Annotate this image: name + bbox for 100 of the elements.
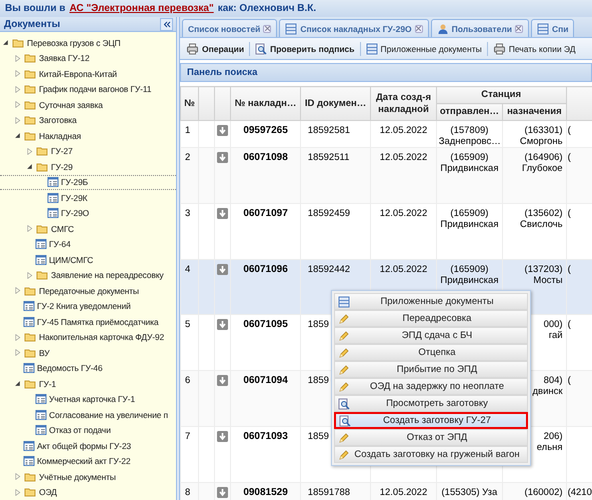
tree-item[interactable]: ОЭД (0, 484, 176, 500)
tree-item-label: ВУ (39, 348, 50, 358)
menu-item[interactable]: Отцепка (334, 344, 528, 361)
download-icon[interactable] (217, 125, 228, 136)
list-icon (47, 192, 59, 204)
tree-item-label: ГУ-2 Книга уведомлений (37, 301, 131, 312)
tree-item[interactable]: СМГС (0, 221, 176, 236)
row-number: 6 (184, 375, 192, 386)
column-header[interactable]: отправлен… (436, 104, 503, 120)
user-text: как: Олехнович В.К. (218, 3, 316, 14)
user-icon (436, 22, 449, 34)
folder-icon (23, 52, 37, 64)
table-cell: 18592459 (308, 208, 350, 219)
search-panel-header[interactable]: Панель поиска (180, 63, 592, 82)
table-cell: 1859 (308, 431, 329, 442)
folder-icon (23, 486, 37, 498)
column-header[interactable]: Дата созд-я накладной (370, 86, 436, 120)
list-icon (338, 296, 350, 308)
pencil-icon (338, 380, 350, 392)
tree-item[interactable]: Ведомость ГУ-46 (0, 360, 176, 376)
collapse-button[interactable] (160, 18, 173, 30)
tree-item[interactable]: ЦИМ/СМГС (0, 252, 176, 268)
table-cell-text: (137203) (524, 264, 563, 275)
tree-item-label: ЦИМ/СМГС (49, 254, 94, 265)
tree-item-label: ГУ-64 (49, 239, 71, 250)
printer-icon (186, 42, 199, 54)
tree-item[interactable]: ГУ-29О (0, 206, 176, 221)
menu-item[interactable]: Переадресовка (334, 310, 528, 327)
download-icon[interactable] (217, 319, 228, 330)
tree-item[interactable]: Перевозка грузов с ЭЦП (0, 35, 176, 50)
tree-item[interactable]: ГУ-2 Книга уведомлений (0, 298, 176, 314)
close-icon[interactable] (414, 24, 423, 32)
close-icon[interactable] (514, 24, 523, 32)
tree-item-label: Заявка ГУ-12 (39, 53, 90, 64)
tree-item[interactable]: Согласование на увеличение п (0, 407, 176, 422)
tree-item[interactable]: Заявление на переадресовку (0, 268, 176, 283)
download-icon[interactable] (217, 208, 228, 219)
system-link[interactable]: АС "Электронная перевозка" (69, 3, 214, 14)
menu-item[interactable]: Создать заготовку на груженый вагон (334, 446, 528, 463)
menu-item[interactable]: ЭПД сдача с БЧ (334, 327, 528, 344)
tree-item[interactable]: ГУ-1 (0, 376, 176, 392)
tree-item[interactable]: Суточная заявка (0, 97, 176, 112)
tab[interactable]: Список накладных ГУ-29О (279, 19, 429, 37)
tree-item[interactable]: ГУ-29К (0, 190, 176, 206)
toolbar-button[interactable]: Печать копии ЭД (490, 42, 579, 56)
tab[interactable]: Список новостей (182, 19, 278, 37)
menu-item[interactable]: Отказ от ЭПД (334, 429, 528, 446)
tree-item[interactable]: Заготовка (0, 112, 176, 128)
tree-item[interactable]: Коммерческий акт ГУ-22 (0, 454, 176, 469)
menu-item[interactable]: Создать заготовку ГУ-27 (334, 412, 528, 429)
toolbar-button[interactable]: Операции (183, 42, 248, 56)
column-header[interactable]: назначения (502, 104, 566, 120)
tree-item-label: ГУ-29 (51, 162, 73, 172)
column-header[interactable]: № накладн… (230, 86, 300, 120)
menu-item[interactable]: ОЭД на задержку по неоплате (334, 378, 528, 395)
tree-item[interactable]: Учетная карточка ГУ-1 (0, 392, 176, 407)
toolbar-button[interactable]: Проверить подпись (252, 42, 358, 56)
tree-item[interactable]: ГУ-29 (0, 159, 176, 174)
column-header[interactable]: № (180, 86, 199, 120)
download-icon[interactable] (217, 431, 228, 442)
column-header[interactable]: ID докумен… (300, 86, 371, 120)
tree-item[interactable]: ГУ-45 Памятка приёмосдатчика (0, 314, 176, 330)
tree-item[interactable]: Передаточные документы (0, 283, 176, 298)
pencil-icon (338, 448, 350, 460)
tree-item[interactable]: График подачи вагонов ГУ-11 (0, 82, 176, 97)
tree-item[interactable]: Накладная (0, 128, 176, 144)
folder-icon (35, 222, 49, 235)
tree-item[interactable]: Накопительная карточка ФДУ-92 (0, 330, 176, 345)
tree-item[interactable]: ГУ-27 (0, 144, 176, 159)
tree-item[interactable]: Китай-Европа-Китай (0, 66, 176, 82)
download-icon[interactable] (217, 487, 228, 498)
table-cell: ( (568, 264, 571, 275)
pencil-icon (338, 364, 350, 376)
tree-item[interactable]: ГУ-29Б (0, 174, 176, 190)
tab[interactable]: Пользователи (430, 19, 529, 37)
download-icon[interactable] (217, 264, 228, 275)
tree-item[interactable]: Отказ от подачи (0, 422, 176, 438)
tree-item[interactable]: Заявка ГУ-12 (0, 50, 176, 66)
tree-item[interactable]: ГУ-64 (0, 236, 176, 252)
list-icon (23, 440, 35, 452)
printer-icon (492, 42, 506, 54)
menu-item[interactable]: Прибытие по ЭПД (334, 361, 528, 378)
menu-item[interactable]: Просмотреть заготовку (334, 395, 528, 412)
tree-item[interactable]: Учётные документы (0, 469, 176, 484)
tree-item-label: ГУ-1 (39, 378, 56, 389)
toolbar-button[interactable]: Приложенные документы (362, 42, 485, 56)
list-icon (47, 207, 59, 220)
menu-item[interactable]: Приложенные документы (334, 293, 528, 310)
table-cell-text: (164906) (524, 152, 563, 163)
table-cell-text: 206) (542, 431, 563, 442)
tree-item[interactable]: Акт общей формы ГУ-23 (0, 438, 176, 454)
tab[interactable]: Спи (530, 19, 574, 37)
tree-item[interactable]: ВУ (0, 345, 176, 360)
table-cell: 18592581 (308, 125, 350, 136)
close-icon[interactable] (263, 24, 272, 32)
table-cell-text: ельня (536, 442, 563, 453)
row-number: 7 (184, 431, 192, 442)
download-icon[interactable] (217, 152, 228, 163)
download-icon[interactable] (217, 375, 228, 386)
table-cell: 06071098 (243, 152, 288, 163)
